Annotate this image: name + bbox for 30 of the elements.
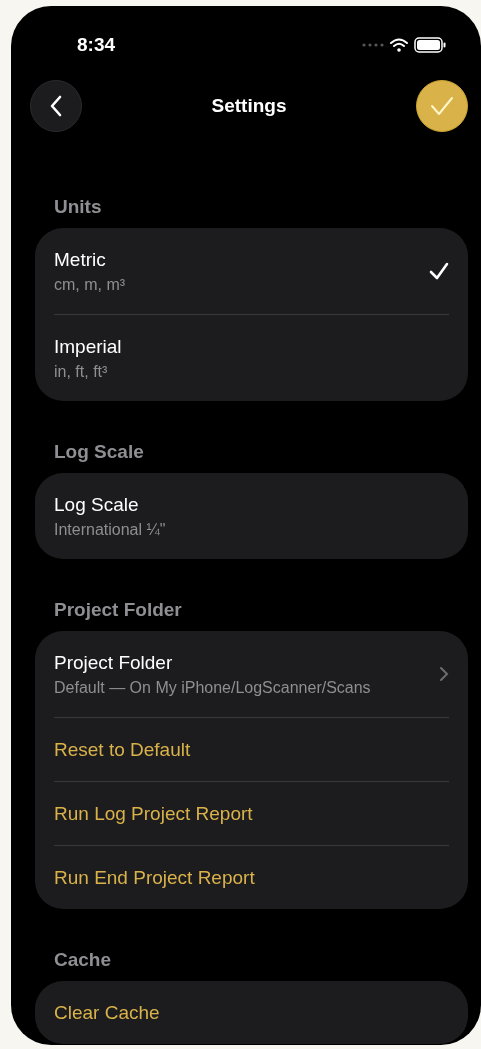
battery-icon (414, 37, 446, 53)
row-subtitle: International ¼" (54, 520, 167, 539)
row-subtitle: in, ft, ft³ (54, 362, 109, 381)
row-subtitle: Default — On My iPhone/LogScanner/Scans (54, 678, 372, 697)
screen-title: Settings (211, 95, 287, 117)
checkmark-icon (430, 96, 454, 116)
settings-row[interactable]: Log Scale International ¼" (54, 473, 449, 559)
done-button[interactable] (416, 80, 468, 132)
action-link[interactable]: Reset to Default (54, 738, 191, 761)
unit-option[interactable]: Imperial in, ft, ft³ (54, 314, 449, 401)
settings-row[interactable]: Project Folder Default — On My iPhone/LogScanner/Scans (54, 631, 449, 717)
section-header: Units (53, 196, 103, 218)
row-title: Imperial (54, 335, 123, 358)
chevron-right-icon (439, 666, 449, 682)
row-subtitle: cm, m, m³ (54, 275, 127, 294)
action-link[interactable]: Clear Cache (54, 1001, 160, 1024)
action-link[interactable]: Run Log Project Report (54, 802, 253, 825)
row-title: Project Folder (54, 651, 174, 674)
section-header: Project Folder (53, 599, 183, 621)
section-header: Cache (53, 949, 113, 971)
wifi-icon (390, 38, 408, 52)
back-button[interactable] (30, 80, 82, 132)
signal-icon (362, 43, 384, 47)
chevron-left-icon (49, 95, 63, 117)
row-title: Metric (54, 248, 107, 271)
status-time: 8:34 (77, 34, 116, 56)
unit-option[interactable]: Metric cm, m, m³ (54, 228, 449, 314)
action-link[interactable]: Run End Project Report (54, 866, 255, 889)
section-header: Log Scale (53, 441, 145, 463)
row-title: Log Scale (54, 493, 140, 516)
